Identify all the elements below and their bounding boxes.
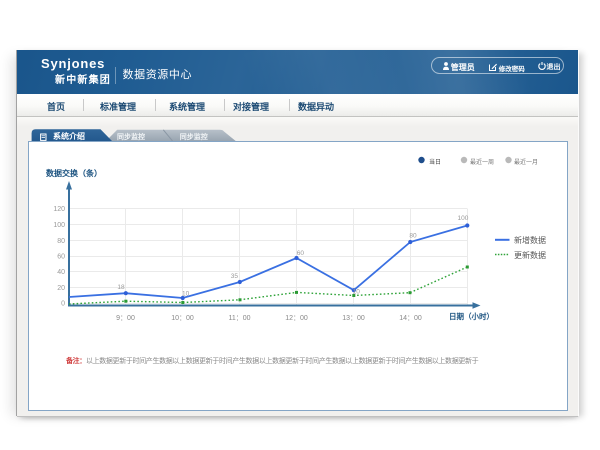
svg-text:更新数据: 更新数据 <box>514 250 546 260</box>
svg-text:60: 60 <box>57 254 65 261</box>
svg-text:60: 60 <box>297 250 305 257</box>
svg-text:14：00: 14：00 <box>399 315 422 322</box>
svg-text:0: 0 <box>61 301 65 308</box>
svg-text:80: 80 <box>57 238 65 245</box>
svg-text:100: 100 <box>457 215 468 222</box>
svg-text:数据交换（条）: 数据交换（条） <box>46 168 102 178</box>
svg-text:18: 18 <box>117 284 125 291</box>
svg-text:日期（小时）: 日期（小时） <box>449 311 494 321</box>
svg-text:20: 20 <box>57 285 65 292</box>
svg-text:10：00: 10：00 <box>171 315 194 322</box>
svg-text:12：00: 12：00 <box>285 315 308 322</box>
svg-text:11：00: 11：00 <box>228 315 250 322</box>
svg-text:120: 120 <box>53 206 65 213</box>
svg-text:9：00: 9：00 <box>116 315 135 322</box>
svg-text:10: 10 <box>182 291 190 298</box>
svg-text:13：00: 13：00 <box>342 315 365 322</box>
svg-text:40: 40 <box>57 269 65 276</box>
svg-text:35: 35 <box>231 273 239 280</box>
svg-text:100: 100 <box>53 222 65 229</box>
svg-text:新增数据: 新增数据 <box>514 235 546 245</box>
svg-text:10: 10 <box>353 288 361 295</box>
svg-text:80: 80 <box>409 232 417 239</box>
